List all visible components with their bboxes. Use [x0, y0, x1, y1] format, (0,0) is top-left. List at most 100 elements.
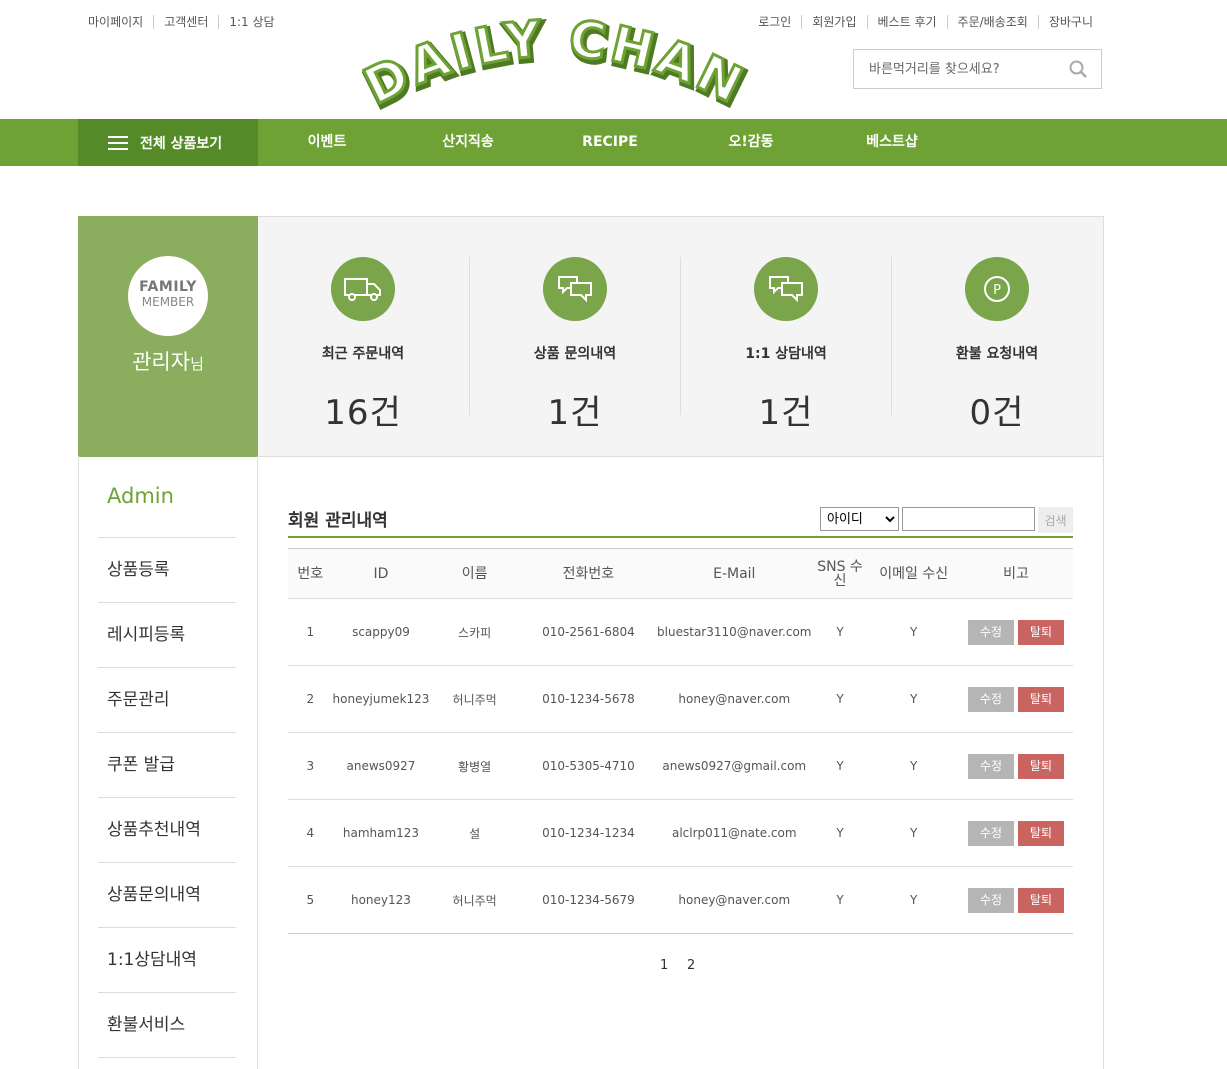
cell-sns: Y: [836, 625, 844, 639]
sidebar-item-product-register[interactable]: 상품등록: [98, 538, 236, 603]
cell-phone: 010-5305-4710: [542, 759, 635, 773]
nav-item-direct-delivery[interactable]: 산지직송: [442, 119, 494, 166]
header-no: 번호: [297, 565, 324, 582]
cell-actions: 수정 탈퇴: [959, 800, 1073, 867]
edit-button[interactable]: 수정: [967, 686, 1014, 712]
signup-link[interactable]: 회원가입: [801, 15, 866, 29]
all-products-menu-button[interactable]: 전체 상품보기: [78, 119, 258, 166]
sidebar-item-order-manage[interactable]: 주문관리: [98, 668, 236, 733]
edit-button[interactable]: 수정: [967, 887, 1014, 913]
cell-no: 2: [306, 692, 315, 706]
cell-name: 허니주먹: [452, 692, 497, 707]
header-phone: 전화번호: [562, 565, 615, 582]
sidebar-item-product-inquiries[interactable]: 상품문의내역: [98, 863, 236, 928]
stat-count: 1건: [547, 393, 603, 433]
util-links-right: 로그인 회원가입 베스트 후기 주문/배송조회 장바구니: [758, 15, 1093, 29]
cell-sns: Y: [836, 893, 844, 907]
header-mail-receive: 이메일 수신: [879, 565, 949, 582]
order-tracking-link[interactable]: 주문/배송조회: [946, 15, 1038, 29]
header-name: 이름: [461, 565, 488, 582]
stat-label: 최근 주문내역: [321, 346, 405, 362]
nav-item-impression[interactable]: 오!감동: [728, 119, 773, 166]
member-name: 관리자님: [78, 346, 258, 376]
edit-button[interactable]: 수정: [967, 753, 1014, 779]
cell-email: bluestar3110@naver.com: [657, 625, 812, 639]
cell-actions: 수정 탈퇴: [959, 733, 1073, 800]
page-2-link[interactable]: 2: [687, 958, 695, 973]
chat-bubbles-icon: [754, 257, 818, 321]
cell-phone: 010-1234-1234: [542, 826, 635, 840]
sidebar-item-recommendations[interactable]: 상품추천내역: [98, 798, 236, 863]
sidebar-item-coupon-issue[interactable]: 쿠폰 발급: [98, 733, 236, 798]
cell-id: anews0927: [346, 759, 416, 773]
member-search-button[interactable]: 검색: [1038, 507, 1073, 533]
header-sns: SNS 수신: [817, 558, 863, 589]
stat-product-inquiries[interactable]: 상품 문의내역 1건: [470, 255, 680, 433]
badge-line2: MEMBER: [141, 295, 195, 309]
cell-name: 황병열: [458, 759, 492, 774]
search-input[interactable]: [854, 50, 1054, 88]
withdraw-button[interactable]: 탈퇴: [1017, 686, 1064, 712]
member-search-input[interactable]: [902, 507, 1035, 531]
nav-item-event[interactable]: 이벤트: [308, 119, 347, 166]
svg-text:P: P: [993, 283, 1001, 298]
truck-icon: [331, 257, 395, 321]
main-navigation: 전체 상품보기 이벤트 산지직송 RECIPE 오!감동 베스트샵: [0, 119, 1227, 166]
table-row: 1 scappy09 스카피 010-2561-6804 bluestar311…: [288, 599, 1073, 666]
table-header-row: 번호 ID 이름 전화번호 E-Mail SNS 수신 이메일 수신 비고: [288, 548, 1073, 599]
chat-bubbles-icon: [543, 257, 607, 321]
withdraw-button[interactable]: 탈퇴: [1017, 820, 1064, 846]
cell-id: honeyjumek123: [332, 692, 430, 706]
customer-center-link[interactable]: 고객센터: [153, 15, 218, 29]
cell-no: 4: [306, 826, 315, 840]
cell-no: 5: [306, 893, 315, 907]
sidebar-menu: 상품등록 레시피등록 주문관리 쿠폰 발급 상품추천내역 상품문의내역 1:1상…: [98, 537, 236, 1058]
edit-button[interactable]: 수정: [967, 820, 1014, 846]
nav-item-recipe[interactable]: RECIPE: [582, 119, 638, 166]
stat-consultations[interactable]: 1:1 상담내역 1건: [681, 255, 891, 433]
withdraw-button[interactable]: 탈퇴: [1017, 887, 1064, 913]
page-1-link[interactable]: 1: [660, 958, 668, 973]
cell-name: 허니주먹: [452, 893, 497, 908]
withdraw-button[interactable]: 탈퇴: [1017, 619, 1064, 645]
cell-sns: Y: [836, 692, 844, 706]
search-box: [853, 49, 1102, 89]
cell-sns: Y: [836, 826, 844, 840]
nav-item-best-shop[interactable]: 베스트샵: [866, 119, 918, 166]
member-name-text: 관리자: [132, 350, 191, 374]
cell-actions: 수정 탈퇴: [959, 599, 1073, 666]
cell-mail: Y: [910, 826, 918, 840]
logo-graphic: DAILY CHAN DAILY CHAN: [354, 8, 756, 122]
cart-link[interactable]: 장바구니: [1037, 15, 1093, 29]
title-underline: [288, 536, 1073, 538]
mypage-link[interactable]: 마이페이지: [88, 15, 153, 29]
cell-mail: Y: [910, 759, 918, 773]
site-logo[interactable]: DAILY CHAN DAILY CHAN: [354, 8, 756, 122]
table-row: 4 hamham123 설 010-1234-1234 alclrp011@na…: [288, 800, 1073, 867]
point-coin-icon: P: [965, 257, 1029, 321]
member-profile: FAMILY MEMBER 관리자님: [78, 216, 258, 457]
stat-count: 1건: [758, 393, 814, 433]
consult-link[interactable]: 1:1 상담: [218, 15, 284, 29]
best-review-link[interactable]: 베스트 후기: [866, 15, 947, 29]
cell-sns: Y: [836, 759, 844, 773]
withdraw-button[interactable]: 탈퇴: [1017, 753, 1064, 779]
cell-phone: 010-1234-5678: [542, 692, 635, 706]
stat-label: 상품 문의내역: [533, 346, 617, 362]
sidebar-item-recipe-register[interactable]: 레시피등록: [98, 603, 236, 668]
sidebar-item-refund[interactable]: 환불서비스: [98, 993, 236, 1058]
stat-count: 16건: [324, 393, 402, 433]
cell-name: 설: [469, 826, 481, 841]
stat-recent-orders[interactable]: 최근 주문내역 16건: [258, 255, 468, 433]
stat-label: 환불 요청내역: [955, 346, 1039, 362]
search-icon[interactable]: [1069, 60, 1087, 78]
cell-actions: 수정 탈퇴: [959, 867, 1073, 934]
edit-button[interactable]: 수정: [967, 619, 1014, 645]
login-link[interactable]: 로그인: [758, 15, 801, 29]
cell-actions: 수정 탈퇴: [959, 666, 1073, 733]
stat-refund-requests[interactable]: P 환불 요청내역 0건: [892, 255, 1102, 433]
header-id: ID: [373, 565, 389, 582]
search-type-select[interactable]: 아이디: [820, 507, 899, 531]
badge-line1: FAMILY: [139, 279, 197, 295]
hamburger-icon: [108, 135, 128, 150]
